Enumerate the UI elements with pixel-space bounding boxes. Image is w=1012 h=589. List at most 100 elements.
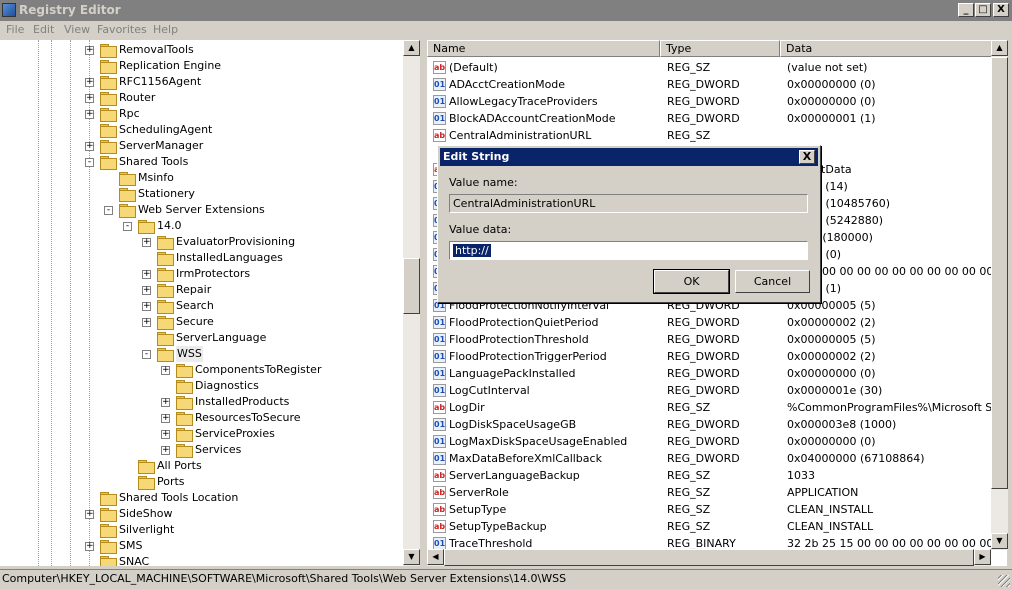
scroll-right-button[interactable]: ▶ <box>974 549 991 565</box>
expand-icon[interactable]: + <box>142 270 151 279</box>
expand-icon[interactable]: + <box>142 286 151 295</box>
scroll-down-button[interactable]: ▼ <box>403 549 420 565</box>
expand-icon[interactable]: + <box>85 110 94 119</box>
tree-node[interactable]: + Repair <box>0 282 403 298</box>
tree-node[interactable]: + ServerManager <box>0 138 403 154</box>
tree-node-label[interactable]: EvaluatorProvisioning <box>176 234 295 250</box>
tree-node-label[interactable]: SchedulingAgent <box>119 122 212 138</box>
tree-node-label[interactable]: Search <box>176 298 214 314</box>
tree-node[interactable]: - WSS <box>0 346 403 362</box>
tree-node-label[interactable]: Stationery <box>138 186 195 202</box>
tree-node-label[interactable]: Repair <box>176 282 211 298</box>
tree-node-label[interactable]: ComponentsToRegister <box>195 362 321 378</box>
tree-node[interactable]: Shared Tools Location <box>0 490 403 506</box>
value-row[interactable]: 01 FloodProtectionQuietPeriod REG_DWORD 0x0… <box>427 314 997 331</box>
tree-node-label[interactable]: SNAC <box>119 554 149 566</box>
tree-node-label[interactable]: Ports <box>157 474 185 490</box>
close-button[interactable]: X <box>993 3 1009 17</box>
collapse-icon[interactable]: - <box>85 158 94 167</box>
column-header-type[interactable]: Type <box>660 40 780 57</box>
expand-icon[interactable]: + <box>142 318 151 327</box>
value-row[interactable]: 01 FloodProtectionThreshold REG_DWORD 0x000… <box>427 331 997 348</box>
scroll-up-button[interactable]: ▲ <box>403 40 420 56</box>
tree-node-label[interactable]: InstalledLanguages <box>176 250 283 266</box>
resize-grip[interactable] <box>998 575 1010 587</box>
scroll-down-button[interactable]: ▼ <box>991 533 1008 549</box>
expand-icon[interactable]: + <box>85 78 94 87</box>
menu-view[interactable]: View <box>64 23 90 36</box>
tree-node-label[interactable]: ServerManager <box>119 138 203 154</box>
value-row[interactable]: 01 LanguagePackInstalled REG_DWORD 0x000000… <box>427 365 997 382</box>
tree-node[interactable]: + SMS <box>0 538 403 554</box>
tree-node[interactable]: ServerLanguage <box>0 330 403 346</box>
value-row[interactable]: 01 BlockADAccountCreationMode REG_DWORD 0x0… <box>427 110 997 127</box>
expand-icon[interactable]: + <box>85 94 94 103</box>
collapse-icon[interactable]: - <box>104 206 113 215</box>
value-row[interactable]: 01 LogMaxDiskSpaceUsageEnabled REG_DWORD 0x… <box>427 433 997 450</box>
value-row[interactable]: ab CentralAdministrationURL REG_SZ <box>427 127 997 144</box>
tree-node-label[interactable]: Secure <box>176 314 214 330</box>
tree-node-label[interactable]: ResourcesToSecure <box>195 410 301 426</box>
expand-icon[interactable]: + <box>85 142 94 151</box>
tree-node[interactable]: + Search <box>0 298 403 314</box>
value-row[interactable]: ab LogDir REG_SZ %CommonProgramFiles%\Micro… <box>427 399 1007 416</box>
tree-node-label[interactable]: Replication Engine <box>119 58 221 74</box>
tree-node[interactable]: + ComponentsToRegister <box>0 362 403 378</box>
menu-help[interactable]: Help <box>153 23 178 36</box>
tree-node[interactable]: - 14.0 <box>0 218 403 234</box>
tree-node[interactable]: SchedulingAgent <box>0 122 403 138</box>
tree-node[interactable]: + Secure <box>0 314 403 330</box>
column-header-name[interactable]: Name <box>427 40 660 57</box>
tree-node[interactable]: + Router <box>0 90 403 106</box>
tree-node[interactable]: Stationery <box>0 186 403 202</box>
tree-node-label[interactable]: Shared Tools Location <box>119 490 238 506</box>
tree-node[interactable]: Diagnostics <box>0 378 403 394</box>
ok-button[interactable]: OK <box>653 269 730 294</box>
expand-icon[interactable]: + <box>85 510 94 519</box>
value-row[interactable]: ab (Default) REG_SZ (value not set) <box>427 59 997 76</box>
expand-icon[interactable]: + <box>85 46 94 55</box>
tree-node[interactable]: + RFC1156Agent <box>0 74 403 90</box>
expand-icon[interactable]: + <box>85 542 94 551</box>
tree-node[interactable]: Replication Engine <box>0 58 403 74</box>
expand-icon[interactable]: + <box>142 238 151 247</box>
collapse-icon[interactable]: - <box>123 222 132 231</box>
value-row[interactable]: ab ServerLanguageBackup REG_SZ 1033 <box>427 467 997 484</box>
tree-node-label[interactable]: Router <box>119 90 155 106</box>
maximize-button[interactable]: □ <box>975 3 991 17</box>
tree-node[interactable]: + SideShow <box>0 506 403 522</box>
tree-node-label[interactable]: RemovalTools <box>119 42 194 58</box>
tree-node[interactable]: Msinfo <box>0 170 403 186</box>
collapse-icon[interactable]: - <box>142 350 151 359</box>
expand-icon[interactable]: + <box>161 430 170 439</box>
tree-node-label[interactable]: Silverlight <box>119 522 174 538</box>
value-data-input[interactable]: http:// <box>449 241 808 260</box>
tree-node[interactable]: InstalledLanguages <box>0 250 403 266</box>
tree-node-label[interactable]: All Ports <box>157 458 202 474</box>
scroll-thumb[interactable] <box>991 57 1008 489</box>
tree-node-label[interactable]: ServiceProxies <box>195 426 275 442</box>
tree-node[interactable]: + ResourcesToSecure <box>0 410 403 426</box>
tree-node[interactable]: + IrmProtectors <box>0 266 403 282</box>
tree-node-label[interactable]: Rpc <box>119 106 140 122</box>
value-row[interactable]: 01 LogCutInterval REG_DWORD 0x0000001e (30) <box>427 382 997 399</box>
tree-vertical-scrollbar[interactable]: ▲ ▼ <box>403 40 420 566</box>
scroll-up-button[interactable]: ▲ <box>991 40 1008 56</box>
value-row[interactable]: 01 FloodProtectionTriggerPeriod REG_DWORD 0… <box>427 348 997 365</box>
value-row[interactable]: ab SetupType REG_SZ CLEAN_INSTALL <box>427 501 997 518</box>
tree-node-label[interactable]: Web Server Extensions <box>138 202 265 218</box>
tree-node-label[interactable]: SMS <box>119 538 142 554</box>
tree-node[interactable]: Silverlight <box>0 522 403 538</box>
menu-file[interactable]: File <box>6 23 24 36</box>
scroll-thumb[interactable] <box>444 549 974 566</box>
tree-node[interactable]: + ServiceProxies <box>0 426 403 442</box>
expand-icon[interactable]: + <box>161 414 170 423</box>
value-row[interactable]: ab ServerRole REG_SZ APPLICATION <box>427 484 997 501</box>
tree-node[interactable]: + RemovalTools <box>0 42 403 58</box>
tree-node-label[interactable]: RFC1156Agent <box>119 74 201 90</box>
column-header-data[interactable]: Data <box>780 40 1007 57</box>
tree-node[interactable]: - Shared Tools <box>0 154 403 170</box>
scroll-left-button[interactable]: ◀ <box>427 549 444 565</box>
tree-node[interactable]: SNAC <box>0 554 403 566</box>
value-row[interactable]: 01 MaxDataBeforeXmlCallback REG_DWORD 0x040… <box>427 450 997 467</box>
